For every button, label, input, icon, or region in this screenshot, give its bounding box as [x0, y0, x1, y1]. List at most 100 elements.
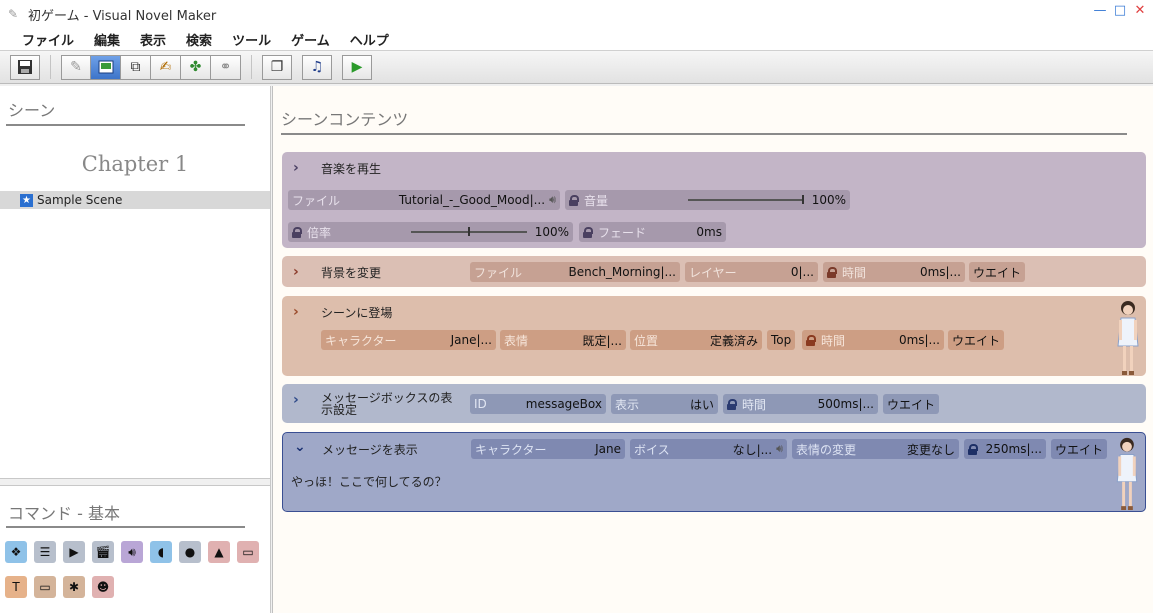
menu-tools[interactable]: ツール [232, 30, 271, 49]
play-button[interactable]: ▶ [342, 54, 372, 80]
volume-slider[interactable] [688, 194, 804, 206]
edit-button[interactable]: ✍ [151, 54, 181, 80]
time-field[interactable]: 時間 500ms|... [723, 394, 878, 414]
lock-icon[interactable] [968, 443, 978, 455]
rate-field[interactable]: 倍率 100% [288, 222, 573, 242]
chapter-title[interactable]: Chapter 1 [0, 152, 270, 176]
clapper-icon[interactable]: 🎬︎ [92, 541, 114, 563]
command-name: メッセージを表示 [322, 443, 418, 457]
wait-toggle[interactable]: ウエイト [1051, 439, 1108, 459]
window-controls: — □ ✕ [1093, 4, 1147, 18]
field-label: 表情 [504, 333, 529, 348]
voice-field[interactable]: ボイス なし|... 🔊︎ [630, 439, 787, 459]
character-field[interactable]: キャラクター Jane|... [321, 330, 496, 350]
field-label: ボイス [634, 442, 670, 457]
field-label: 時間 [842, 265, 867, 280]
save-button[interactable] [10, 54, 40, 80]
pane-splitter[interactable] [0, 478, 270, 486]
scene-label: Sample Scene [37, 193, 123, 207]
copy-button[interactable]: ⧉ [121, 54, 151, 80]
time-field[interactable]: 250ms|... [964, 439, 1046, 459]
volume-field[interactable]: 音量 100% [565, 190, 850, 210]
speaker-icon[interactable]: 🔊︎ [549, 193, 556, 207]
field-value: messageBox [525, 397, 602, 411]
top-button[interactable]: Top [767, 330, 796, 350]
chevron-right-icon[interactable]: › [293, 264, 299, 280]
fade-field[interactable]: フェード 0ms [579, 222, 726, 242]
field-value: はい [689, 397, 714, 412]
field-label: 倍率 [307, 225, 332, 240]
landscape-icon[interactable]: ▲ [208, 541, 230, 563]
folder-icon[interactable]: ▭ [237, 541, 259, 563]
speech-bubble-icon[interactable]: ● [179, 541, 201, 563]
chevron-down-icon[interactable]: ⌄ [294, 439, 306, 455]
lock-icon[interactable] [292, 226, 302, 238]
voice-icon[interactable]: ◖ [150, 541, 172, 563]
pen-button[interactable]: ✎ [61, 54, 91, 80]
menu-file[interactable]: ファイル [22, 30, 74, 49]
music-button[interactable]: ♫ [302, 54, 332, 80]
wait-toggle[interactable]: ウエイト [948, 330, 1005, 350]
expression-change-field[interactable]: 表情の変更 変更なし [792, 439, 959, 459]
field-label: フェード [598, 225, 647, 240]
chevron-right-icon[interactable]: › [293, 304, 299, 320]
character-field[interactable]: キャラクター Jane [471, 439, 625, 459]
chevron-right-icon[interactable]: › [293, 160, 299, 176]
face-icon[interactable]: ☻ [92, 576, 114, 598]
lock-icon[interactable] [727, 398, 737, 410]
lock-icon[interactable] [827, 266, 837, 278]
volume-icon[interactable]: 🔊︎ [121, 541, 143, 563]
layer-field[interactable]: レイヤー 0|... [685, 262, 818, 282]
command-palette: ❖ ☰ ▶ 🎬︎ 🔊︎ ◖ ● ▲ ▭ T ▭ ✱ ☻ [5, 541, 270, 611]
scene-pane-title: シーン [8, 101, 56, 120]
menu-edit[interactable]: 編集 [94, 30, 120, 49]
id-field[interactable]: ID messageBox [470, 394, 606, 414]
diamond-icon[interactable]: ❖ [5, 541, 27, 563]
file-field[interactable]: ファイル Bench_Morning|... [470, 262, 680, 282]
wait-toggle[interactable]: ウエイト [969, 262, 1026, 282]
command-show-message[interactable]: ⌄ メッセージを表示 キャラクター Jane ボイス なし|... 🔊︎ 表情の… [282, 432, 1146, 512]
lock-icon[interactable] [569, 194, 579, 206]
time-field[interactable]: 時間 0ms|... [823, 262, 965, 282]
lock-icon[interactable] [806, 334, 816, 346]
file-field[interactable]: ファイル Tutorial_-_Good_Mood|... 🔊︎ [288, 190, 560, 210]
wait-toggle[interactable]: ウエイト [883, 394, 940, 414]
screen-icon[interactable]: ▭ [34, 576, 56, 598]
command-name: シーンに登場 [321, 306, 393, 320]
scene-button[interactable] [91, 54, 121, 80]
command-messagebox-visibility[interactable]: › メッセージボックスの表示設定 ID messageBox 表示 はい 時間 … [282, 384, 1146, 423]
scene-list-item[interactable]: ★ Sample Scene [0, 191, 270, 209]
field-value: 0ms|... [919, 265, 961, 279]
link-button[interactable]: ⚭ [211, 54, 241, 80]
chevron-right-icon[interactable]: › [293, 392, 299, 408]
command-play-music[interactable]: › 音楽を再生 ファイル Tutorial_-_Good_Mood|... 🔊︎… [282, 152, 1146, 248]
rate-slider[interactable] [411, 226, 527, 238]
left-panel: シーン Chapter 1 ★ Sample Scene コマンド - 基本 ❖… [0, 86, 271, 613]
field-value: Jane [595, 442, 621, 456]
position-field[interactable]: 位置 定義済み [630, 330, 762, 350]
puzzle-button[interactable]: ✤ [181, 54, 211, 80]
list-icon[interactable]: ☰ [34, 541, 56, 563]
expression-field[interactable]: 表情 既定|... [500, 330, 626, 350]
field-label: 位置 [634, 333, 659, 348]
minimize-icon[interactable]: — [1093, 4, 1107, 18]
stack-button[interactable]: ❐ [262, 54, 292, 80]
video-icon[interactable]: ▶ [63, 541, 85, 563]
gear-icon[interactable]: ✱ [63, 576, 85, 598]
menu-search[interactable]: 検索 [186, 30, 212, 49]
menu-help[interactable]: ヘルプ [350, 30, 389, 49]
maximize-icon[interactable]: □ [1113, 4, 1127, 18]
command-show-character[interactable]: › シーンに登場 キャラクター Jane|... 表情 既定|... 位置 定義… [282, 296, 1146, 376]
speaker-icon[interactable]: 🔊︎ [776, 442, 783, 456]
close-icon[interactable]: ✕ [1133, 4, 1147, 18]
text-icon[interactable]: T [5, 576, 27, 598]
message-text[interactable]: やっほ！ここで何してるの？ [291, 473, 447, 490]
menu-game[interactable]: ゲーム [291, 30, 330, 49]
visible-field[interactable]: 表示 はい [611, 394, 718, 414]
time-field[interactable]: 時間 0ms|... [802, 330, 944, 350]
lock-icon[interactable] [583, 226, 593, 238]
menu-view[interactable]: 表示 [140, 30, 166, 49]
field-value: なし|... [732, 442, 773, 457]
toolbar-separator [251, 55, 252, 79]
command-change-background[interactable]: › 背景を変更 ファイル Bench_Morning|... レイヤー 0|..… [282, 256, 1146, 287]
